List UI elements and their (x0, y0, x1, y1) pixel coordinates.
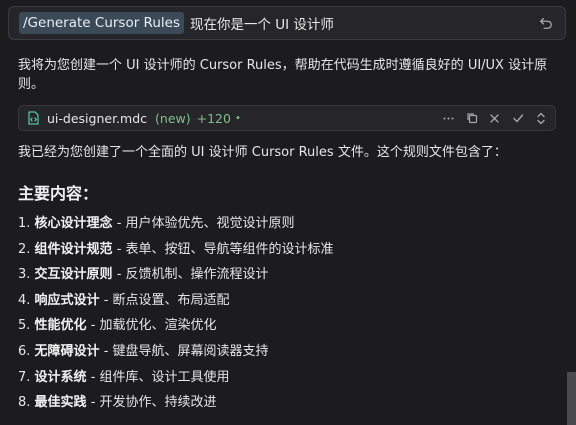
file-change-card[interactable]: ui-designer.mdc (new) +120 • (18, 105, 556, 131)
item-term: 无障碍设计 (34, 343, 100, 359)
undo-icon[interactable] (539, 15, 555, 31)
lines-added: +120 (196, 110, 231, 126)
list-item: 8. 最佳实践 - 开发协作、持续改进 (18, 395, 217, 411)
item-term: 交互设计原则 (34, 267, 113, 283)
list-item: 5. 性能优化 - 加载优化、渲染优化 (18, 318, 217, 334)
copy-icon[interactable] (465, 112, 478, 125)
item-desc: - 用户体验优先、视觉设计原则 (112, 216, 295, 231)
status-dot: • (234, 112, 241, 124)
item-desc: - 表单、按钮、导航等组件的设计标准 (112, 241, 334, 257)
close-icon[interactable] (488, 112, 501, 125)
item-term: 最佳实践 (34, 395, 87, 411)
item-desc: - 反馈机制、操作流程设计 (112, 267, 269, 283)
item-term: 组件设计规范 (34, 241, 113, 257)
item-term: 核心设计理念 (34, 216, 113, 231)
file-name[interactable]: ui-designer.mdc (47, 111, 147, 126)
file-status: (new) (155, 110, 191, 126)
section-heading: 主要内容： (18, 184, 99, 203)
scrollbar[interactable] (567, 372, 576, 425)
item-desc: - 组件库、设计工具使用 (86, 369, 230, 385)
summary-text: 我已经为您创建了一个全面的 UI 设计师 Cursor Rules 文件。这个规… (18, 145, 507, 160)
item-desc: - 键盘导航、屏幕阅读器支持 (99, 343, 269, 359)
prompt-text: 现在你是一个 UI 设计师 (189, 17, 334, 33)
item-desc: - 开发协作、持续改进 (86, 395, 217, 411)
list-item: 1. 核心设计理念 - 用户体验优先、视觉设计原则 (18, 216, 295, 231)
item-term: 响应式设计 (34, 292, 100, 308)
command-chip[interactable]: /Generate Cursor Rules (19, 12, 184, 34)
more-icon[interactable] (442, 112, 455, 125)
list-item: 3. 交互设计原则 - 反馈机制、操作流程设计 (18, 267, 269, 283)
check-icon[interactable] (511, 112, 524, 125)
file-actions (442, 112, 547, 125)
item-term: 性能优化 (34, 318, 87, 334)
expand-icon[interactable] (534, 112, 547, 125)
intro-text: 我将为您创建一个 UI 设计师的 Cursor Rules，帮助在代码生成时遵循… (18, 58, 548, 92)
item-desc: - 断点设置、布局适配 (99, 292, 230, 308)
file-code-icon (27, 111, 41, 125)
prompt-bar[interactable]: /Generate Cursor Rules 现在你是一个 UI 设计师 (8, 6, 566, 40)
list-item: 7. 设计系统 - 组件库、设计工具使用 (18, 369, 230, 385)
item-desc: - 加载优化、渲染优化 (86, 318, 217, 334)
list-item: 4. 响应式设计 - 断点设置、布局适配 (18, 292, 230, 308)
item-term: 设计系统 (34, 369, 87, 385)
content-list: 1. 核心设计理念 - 用户体验优先、视觉设计原则 2. 组件设计规范 - 表单… (18, 214, 558, 419)
list-item: 2. 组件设计规范 - 表单、按钮、导航等组件的设计标准 (18, 241, 334, 257)
list-item: 6. 无障碍设计 - 键盘导航、屏幕阅读器支持 (18, 343, 269, 359)
